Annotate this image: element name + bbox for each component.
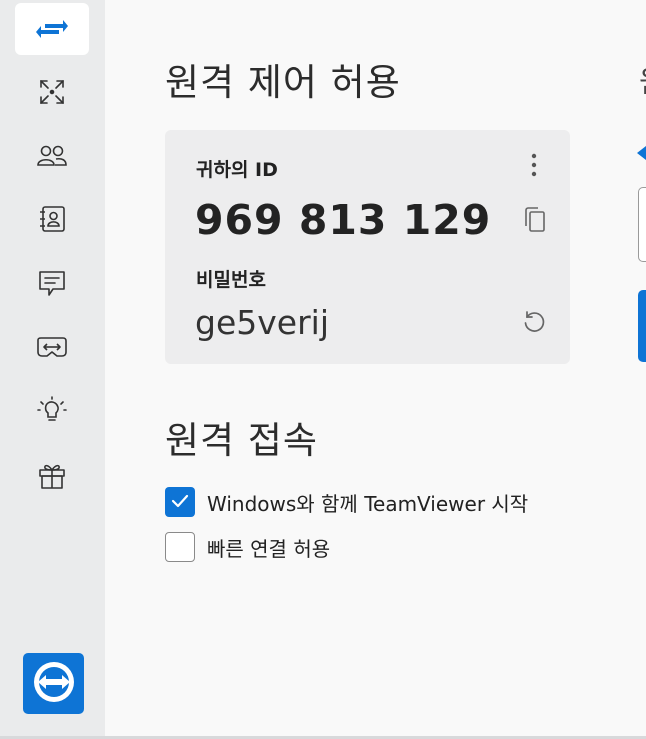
sidebar [0, 0, 105, 739]
start-with-windows-label: Windows와 함께 TeamViewer 시작 [207, 491, 529, 516]
id-card: 귀하의 ID 969 813 129 비밀번호 ge5verij [165, 130, 570, 364]
refresh-password-button[interactable] [520, 310, 548, 338]
chat-icon [37, 268, 67, 298]
start-with-windows-checkbox[interactable] [165, 487, 195, 517]
whats-new-icon [36, 459, 68, 491]
refresh-password-icon [522, 310, 546, 338]
address-book-icon [37, 204, 67, 234]
more-options-icon [531, 153, 537, 181]
sidebar-item-augmented-reality[interactable] [15, 321, 89, 373]
teamviewer-logo[interactable] [23, 653, 84, 714]
sidebar-item-chat[interactable] [15, 257, 89, 309]
sidebar-item-remote-control[interactable] [15, 3, 89, 55]
tips-icon [36, 395, 68, 427]
password-label: 비밀번호 [196, 269, 266, 291]
connect-button-partial[interactable] [638, 290, 646, 362]
copy-icon [522, 207, 546, 237]
meeting-icon [38, 78, 66, 106]
control-remote-title-partial: 원 [639, 57, 646, 101]
sidebar-item-address-book[interactable] [15, 193, 89, 245]
sidebar-item-contacts[interactable] [15, 130, 89, 182]
teamviewer-logo-icon [29, 657, 79, 711]
connection-arrow-icon [637, 144, 646, 162]
augmented-reality-icon [35, 335, 69, 359]
contacts-icon [36, 143, 68, 169]
teamviewer-window: 원격 제어 허용 귀하의 ID 969 813 129 비밀번호 ge5veri… [0, 0, 646, 739]
remote-access-title: 원격 접속 [165, 419, 318, 462]
copy-id-button[interactable] [520, 207, 548, 237]
main-panel: 원격 제어 허용 귀하의 ID 969 813 129 비밀번호 ge5veri… [105, 0, 646, 736]
id-label: 귀하의 ID [196, 159, 278, 181]
password-value: ge5verij [195, 303, 329, 342]
checkmark-icon [171, 493, 189, 512]
id-value: 969 813 129 [195, 196, 492, 244]
remote-control-icon [35, 17, 69, 41]
partner-id-input-partial[interactable] [638, 187, 646, 262]
allow-quick-connect-label: 빠른 연결 허용 [207, 536, 331, 561]
allow-quick-connect-checkbox[interactable] [165, 532, 195, 562]
sidebar-item-whats-new[interactable] [15, 449, 89, 501]
more-options-button[interactable] [522, 152, 546, 182]
allow-remote-title: 원격 제어 허용 [165, 61, 401, 104]
option-start-with-windows[interactable]: Windows와 함께 TeamViewer 시작 [165, 487, 528, 517]
option-allow-quick-connect[interactable]: 빠른 연결 허용 [165, 532, 330, 562]
sidebar-item-meeting[interactable] [15, 66, 89, 118]
sidebar-item-tips[interactable] [15, 385, 89, 437]
